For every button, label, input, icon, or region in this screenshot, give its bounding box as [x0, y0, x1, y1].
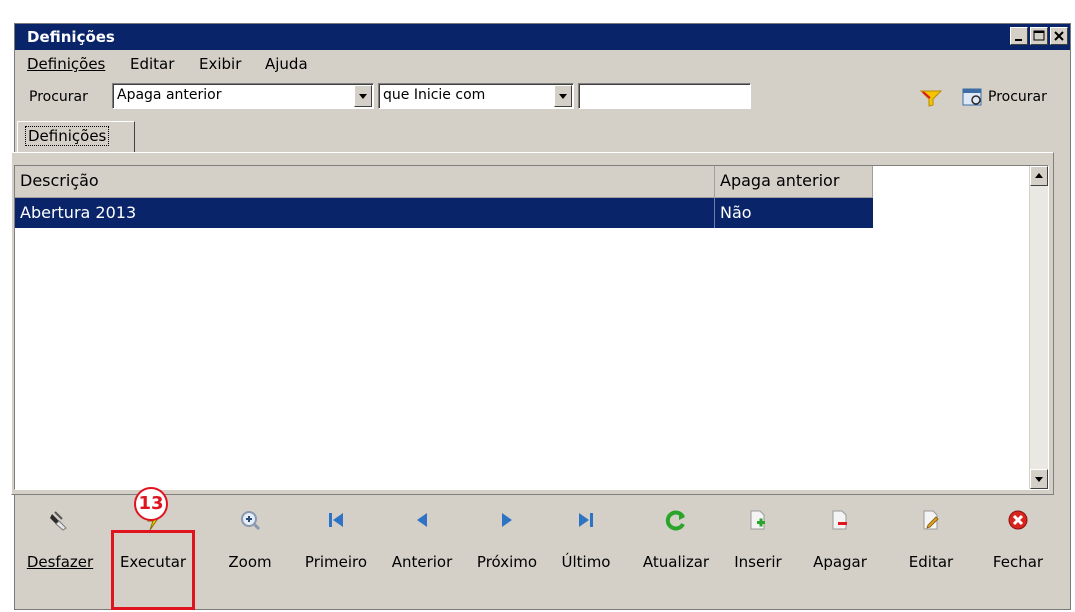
delete-record-icon — [832, 510, 847, 530]
ultimo-button[interactable]: Último — [555, 505, 617, 583]
proximo-button[interactable]: Próximo — [468, 505, 546, 583]
executar-highlight-box — [111, 530, 195, 610]
search-label: Procurar — [29, 89, 88, 105]
column-header-label: Descrição — [20, 171, 99, 190]
eraser-icon — [50, 511, 67, 531]
first-record-icon — [329, 513, 343, 527]
definitions-table: Descrição Apaga anterior Abertura 2013 N… — [14, 165, 1049, 490]
window-title: Definições — [27, 28, 115, 46]
close-icon — [1054, 31, 1064, 41]
close-icon — [1008, 510, 1028, 530]
primeiro-label: Primeiro — [304, 553, 368, 571]
arrow-down-icon — [1035, 477, 1043, 482]
column-header-descricao[interactable]: Descrição — [15, 166, 715, 198]
menu-editar-label: Editar — [130, 55, 175, 73]
column-header-label: Apaga anterior — [720, 171, 840, 190]
chevron-down-icon[interactable] — [554, 85, 572, 107]
previous-record-icon — [417, 513, 427, 527]
title-bar[interactable]: Definições — [15, 24, 1070, 50]
table-cell: Não — [715, 198, 873, 228]
zoom-label: Zoom — [228, 553, 272, 571]
search-field-select[interactable]: Apaga anterior — [112, 83, 374, 109]
maximize-button[interactable] — [1030, 27, 1048, 45]
search-field-value: Apaga anterior — [117, 87, 222, 103]
step-number-badge: 13 — [134, 487, 168, 521]
cell-descricao: Abertura 2013 — [20, 203, 137, 222]
search-text-input[interactable] — [578, 83, 751, 109]
atualizar-label: Atualizar — [642, 553, 710, 571]
edit-record-icon — [923, 510, 939, 530]
zoom-button[interactable]: Zoom — [225, 505, 275, 583]
fechar-label: Fechar — [992, 553, 1044, 571]
menu-exibir[interactable]: Exibir — [199, 55, 241, 73]
scroll-up-button[interactable] — [1030, 166, 1048, 186]
chevron-down-icon[interactable] — [354, 85, 372, 107]
maximize-icon — [1033, 30, 1045, 41]
menu-definicoes[interactable]: Definições — [27, 55, 105, 73]
anterior-button[interactable]: Anterior — [382, 505, 462, 583]
insert-record-icon — [750, 510, 765, 530]
menu-ajuda-label: Ajuda — [265, 55, 308, 73]
minimize-button[interactable] — [1010, 27, 1028, 45]
scroll-down-button[interactable] — [1030, 469, 1048, 489]
editar-button[interactable]: Editar — [904, 505, 958, 583]
next-record-icon — [502, 513, 512, 527]
desfazer-button[interactable]: Desfazer — [14, 505, 106, 583]
fechar-button[interactable]: Fechar — [988, 505, 1048, 583]
search-button-label: Procurar — [988, 89, 1047, 105]
menu-exibir-label: Exibir — [199, 55, 242, 73]
editar-label: Editar — [908, 553, 954, 571]
menu-definicoes-label: Definições — [27, 55, 106, 73]
column-header-apaga-anterior[interactable]: Apaga anterior — [715, 166, 873, 198]
last-record-icon — [579, 513, 593, 527]
cell-apaga-anterior: Não — [720, 203, 752, 222]
apagar-label: Apagar — [813, 553, 867, 571]
arrow-up-icon — [1035, 173, 1043, 178]
menu-editar[interactable]: Editar — [130, 55, 174, 73]
inserir-label: Inserir — [734, 553, 782, 571]
close-window-button[interactable] — [1050, 27, 1068, 45]
minimize-icon — [1015, 39, 1022, 41]
menu-ajuda[interactable]: Ajuda — [265, 55, 308, 73]
primeiro-button[interactable]: Primeiro — [297, 505, 375, 583]
search-condition-select[interactable]: que Inicie com — [378, 83, 574, 109]
vertical-scrollbar[interactable] — [1029, 166, 1048, 489]
atualizar-button[interactable]: Atualizar — [631, 505, 721, 583]
tab-definicoes-label: Definições — [24, 126, 110, 146]
table-cell: Abertura 2013 — [15, 198, 715, 228]
desfazer-label: Desfazer — [26, 553, 94, 571]
zoom-icon — [241, 511, 261, 531]
table-row[interactable]: Abertura 2013 Não — [15, 198, 873, 228]
search-button[interactable]: Procurar — [962, 85, 1066, 111]
anterior-label: Anterior — [391, 553, 453, 571]
filter-icon[interactable] — [920, 89, 942, 107]
apagar-button[interactable]: Apagar — [808, 505, 872, 583]
tab-definicoes[interactable]: Definições — [17, 121, 135, 153]
search-condition-value: que Inicie com — [383, 87, 486, 103]
search-window-icon — [962, 88, 982, 106]
search-bar: Procurar Apaga anterior que Inicie com P… — [15, 79, 1070, 113]
menu-bar: Definições Editar Exibir Ajuda — [15, 52, 1070, 76]
refresh-icon — [665, 510, 685, 531]
proximo-label: Próximo — [476, 553, 538, 571]
inserir-button[interactable]: Inserir — [728, 505, 788, 583]
ultimo-label: Último — [561, 553, 611, 571]
